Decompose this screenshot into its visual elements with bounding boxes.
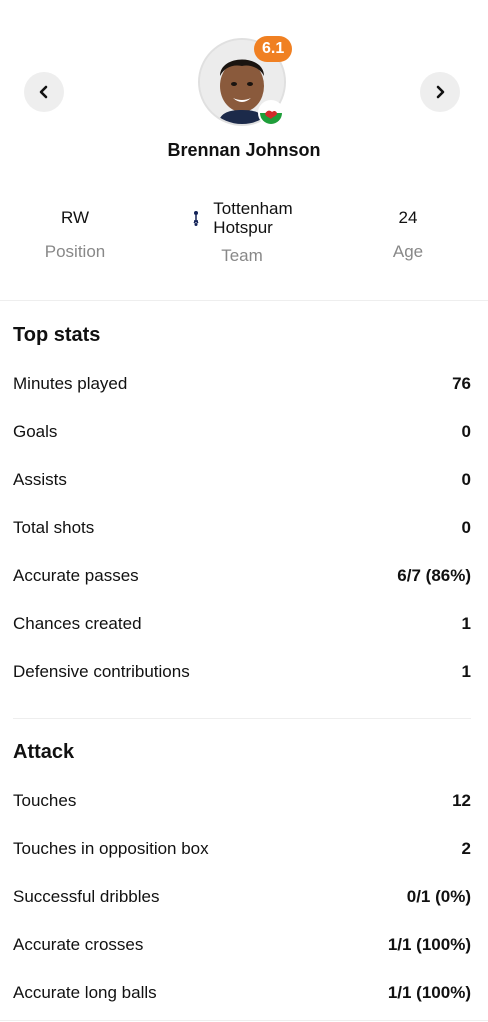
stat-value: 6/7 (86%) — [397, 566, 471, 585]
age-label: Age — [392, 242, 424, 261]
age-info: 24 Age — [358, 200, 458, 262]
stat-row: Minutes played 76 — [13, 360, 471, 408]
stat-label: Chances created — [13, 614, 142, 633]
position-label: Position — [44, 242, 106, 261]
stat-value: 1/1 (100%) — [387, 935, 471, 954]
stat-label: Assists — [13, 470, 67, 489]
stat-row: Chances created 1 — [13, 600, 471, 648]
stat-label: Accurate passes — [13, 566, 139, 585]
stat-value: 76 — [452, 374, 471, 393]
header-divider — [0, 300, 488, 301]
team-name-line2: Hotspur — [213, 218, 273, 237]
stat-label: Accurate crosses — [13, 935, 144, 954]
stat-row: Defensive contributions 1 — [13, 648, 471, 696]
stat-label: Total shots — [13, 518, 95, 537]
team-info[interactable]: Tottenham Hotspur Team — [150, 199, 334, 266]
chevron-left-icon — [39, 85, 48, 99]
stat-row: Accurate crosses 1/1 (100%) — [13, 921, 471, 969]
stat-value: 1 — [461, 662, 471, 681]
stat-label: Successful dribbles — [13, 887, 160, 906]
stat-label: Touches — [13, 791, 77, 810]
team-label: Team — [221, 246, 263, 265]
next-player-button[interactable] — [420, 72, 460, 112]
stat-label: Defensive contributions — [13, 662, 190, 681]
tottenham-crest-icon — [193, 211, 199, 226]
section-divider — [13, 718, 471, 719]
stat-row: Touches in opposition box 2 — [13, 825, 471, 873]
stat-value: 12 — [452, 791, 471, 810]
previous-player-button[interactable] — [24, 72, 64, 112]
attack-title: Attack — [13, 741, 75, 763]
bottom-divider — [0, 1020, 488, 1021]
stat-value: 1/1 (100%) — [387, 983, 471, 1002]
wales-flag-icon — [258, 100, 284, 126]
stat-row: Touches 12 — [13, 777, 471, 825]
top-stats-title: Top stats — [13, 324, 101, 346]
age-value: 24 — [398, 208, 418, 227]
stat-value: 0 — [461, 470, 471, 489]
stat-value: 0 — [461, 518, 471, 537]
player-name[interactable]: Brennan Johnson — [0, 140, 488, 161]
team-value[interactable]: Tottenham Hotspur — [150, 199, 334, 237]
stat-value: 2 — [461, 839, 471, 858]
team-name-line1: Tottenham — [213, 199, 293, 218]
position-info: RW Position — [25, 200, 125, 262]
rating-badge: 6.1 — [254, 36, 293, 62]
stat-row: Successful dribbles 0/1 (0%) — [13, 873, 471, 921]
stat-row: Total shots 0 — [13, 504, 471, 552]
player-avatar-group: 6.1 — [198, 36, 293, 126]
stat-label: Goals — [13, 422, 58, 441]
stat-value: 0 — [461, 422, 471, 441]
position-value: RW — [60, 208, 89, 227]
chevron-right-icon — [436, 85, 445, 99]
player-header: 6.1 Brennan Johnson RW Position Tottenha… — [0, 0, 488, 300]
stat-value: 0/1 (0%) — [406, 887, 471, 906]
stat-row: Goals 0 — [13, 408, 471, 456]
stat-row: Accurate long balls 1/1 (100%) — [13, 969, 471, 1017]
stat-label: Accurate long balls — [13, 983, 157, 1002]
stat-row: Assists 0 — [13, 456, 471, 504]
stat-label: Touches in opposition box — [13, 839, 209, 858]
stat-value: 1 — [461, 614, 471, 633]
stat-label: Minutes played — [13, 374, 128, 393]
stat-row: Accurate passes 6/7 (86%) — [13, 552, 471, 600]
